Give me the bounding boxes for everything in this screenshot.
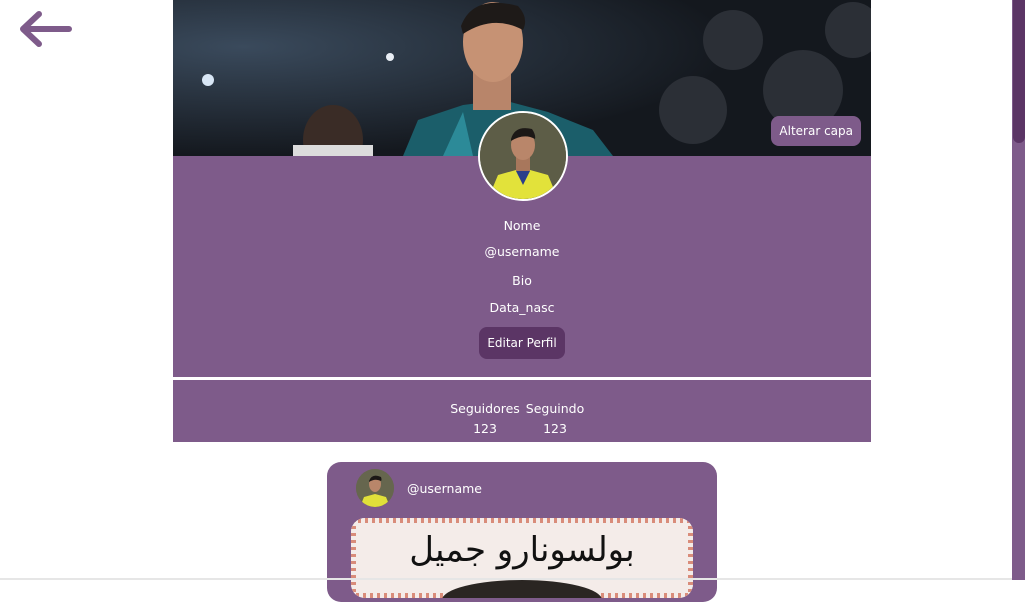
- edit-profile-button[interactable]: Editar Perfil: [479, 327, 565, 359]
- following-count: 123: [543, 421, 567, 436]
- post-image-caption: بولسونارو جميل: [409, 530, 635, 570]
- avatar[interactable]: [478, 111, 568, 201]
- post-avatar[interactable]: [356, 469, 394, 507]
- followers-count: 123: [473, 421, 497, 436]
- following-stat[interactable]: Seguindo 123: [525, 399, 585, 439]
- profile-username: @username: [484, 244, 560, 259]
- post-image[interactable]: بولسونارو جميل: [351, 518, 693, 598]
- profile-bio: Bio: [512, 273, 532, 288]
- profile-birthdate: Data_nasc: [489, 300, 555, 315]
- followers-stat[interactable]: Seguidores 123: [449, 399, 521, 439]
- arrow-left-icon: [20, 11, 72, 47]
- profile-name: Nome: [503, 218, 541, 233]
- back-button[interactable]: [17, 8, 75, 50]
- change-cover-button[interactable]: Alterar capa: [771, 116, 861, 146]
- scrollbar[interactable]: [1012, 0, 1025, 580]
- post-card[interactable]: @username بولسونارو جميل: [327, 462, 717, 602]
- following-label: Seguindo: [525, 401, 585, 416]
- profile-panel: Alterar capa Nome @username Bio Data_nas…: [173, 0, 871, 442]
- followers-label: Seguidores: [450, 401, 520, 416]
- post-username[interactable]: @username: [407, 481, 482, 496]
- profile-info: Nome @username Bio Data_nasc Editar Perf…: [173, 111, 871, 377]
- scrollbar-thumb[interactable]: [1013, 0, 1025, 143]
- profile-stats: Seguidores 123 Seguindo 123: [173, 380, 871, 442]
